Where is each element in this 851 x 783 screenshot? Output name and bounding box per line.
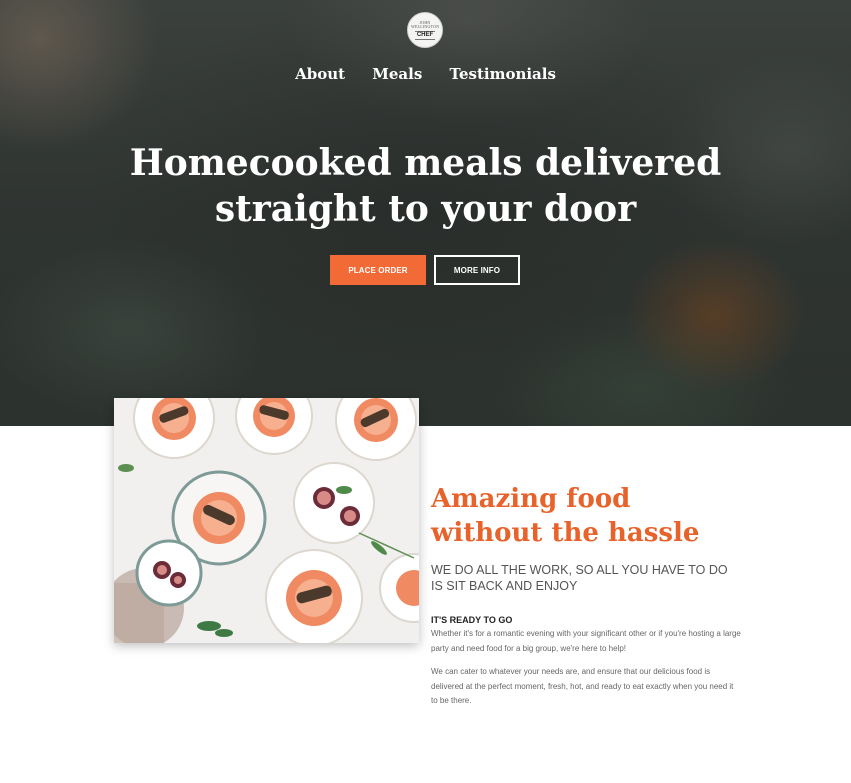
hero-title-line2: straight to your door [214, 188, 637, 230]
main-nav: About Meals Testimonials [0, 63, 851, 85]
more-info-button[interactable]: MORE INFO [434, 255, 520, 285]
hero-title: Homecooked meals delivered straight to y… [0, 140, 851, 232]
logo-top-text: JOHN WELLINGTON [411, 19, 440, 29]
nav-item-meals[interactable]: Meals [372, 63, 422, 85]
food-photo [114, 398, 419, 643]
nav-item-testimonials[interactable]: Testimonials [450, 63, 556, 85]
feature-paragraph-1: Whether it's for a romantic evening with… [431, 629, 741, 653]
ready-heading: IT'S READY TO GO [431, 615, 513, 625]
place-order-button[interactable]: PLACE ORDER [330, 255, 426, 285]
hero-title-line1: Homecooked meals delivered [129, 142, 722, 184]
food-plates-illustration [114, 398, 419, 643]
feature-title-line1: Amazing food [431, 484, 631, 514]
feature-subtitle: WE DO ALL THE WORK, SO ALL YOU HAVE TO D… [431, 563, 728, 593]
hero-section: JOHN WELLINGTON CHEF About Meals Testimo… [0, 0, 851, 426]
chef-logo[interactable]: JOHN WELLINGTON CHEF [407, 12, 443, 48]
feature-paragraph-2: We can cater to whatever your needs are,… [431, 667, 734, 705]
logo-main-text: CHEF [414, 30, 436, 40]
feature-title: Amazing food without the hassle [431, 482, 699, 550]
nav-item-about[interactable]: About [295, 63, 345, 85]
feature-title-line2: without the hassle [431, 518, 700, 548]
